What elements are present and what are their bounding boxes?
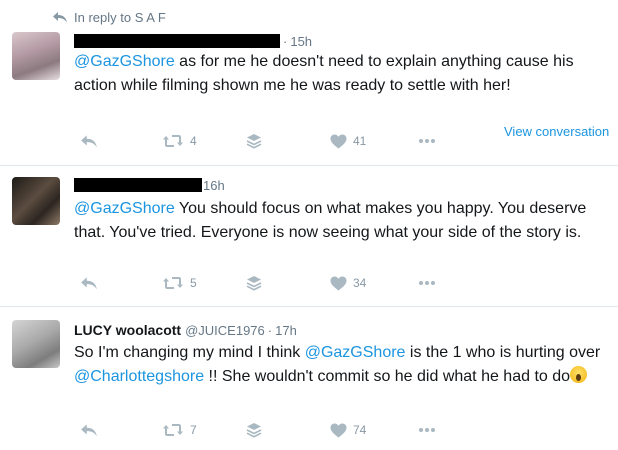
like-count: 41 bbox=[353, 134, 367, 148]
tweet-header: LUCY woolacott @JUICE1976 · 17h bbox=[74, 321, 297, 339]
tweet[interactable]: 16h @GazGShore You should focus on what … bbox=[0, 167, 618, 307]
view-conversation-link[interactable]: View conversation bbox=[504, 124, 609, 139]
tweet-timestamp[interactable]: 15h bbox=[290, 34, 312, 49]
more-button[interactable] bbox=[418, 420, 436, 440]
avatar[interactable] bbox=[12, 320, 60, 368]
like-button[interactable]: 34 bbox=[330, 273, 366, 293]
retweet-count: 5 bbox=[190, 276, 197, 290]
retweet-button[interactable]: 4 bbox=[162, 131, 197, 151]
retweet-icon bbox=[163, 277, 183, 289]
like-button[interactable]: 41 bbox=[330, 131, 366, 151]
tweet-actions: 7 74 bbox=[74, 420, 614, 440]
tweet-body: is the 1 who is hurting over bbox=[405, 344, 601, 361]
reply-button[interactable] bbox=[80, 273, 98, 293]
more-dots-icon bbox=[419, 281, 435, 285]
retweet-count: 7 bbox=[190, 423, 197, 437]
more-button[interactable] bbox=[418, 273, 436, 293]
reply-arrow-icon bbox=[81, 424, 97, 437]
more-dots-icon bbox=[419, 139, 435, 143]
reply-button[interactable] bbox=[80, 420, 98, 440]
tweet[interactable]: · 15h @GazGShore as for me he doesn't ne… bbox=[0, 26, 618, 166]
stack-button[interactable] bbox=[246, 420, 262, 440]
retweet-count: 4 bbox=[190, 134, 197, 148]
reply-arrow-icon bbox=[81, 135, 97, 148]
mention-link[interactable]: @GazGShore bbox=[74, 200, 175, 217]
heart-icon bbox=[330, 276, 347, 290]
reply-arrow-icon bbox=[81, 277, 97, 290]
tweet-text: @GazGShore You should focus on what make… bbox=[74, 197, 604, 245]
stack-layers-icon bbox=[246, 276, 262, 291]
tweet-actions: 5 34 bbox=[74, 273, 614, 293]
heart-icon bbox=[330, 423, 347, 437]
display-name[interactable]: LUCY woolacott bbox=[74, 322, 181, 338]
retweet-icon bbox=[163, 424, 183, 436]
screaming-face-emoji-icon bbox=[570, 366, 588, 383]
separator-dot: · bbox=[283, 33, 288, 49]
reply-button[interactable] bbox=[80, 131, 98, 151]
mention-link[interactable]: @GazGShore bbox=[74, 53, 175, 70]
tweet-header: 16h bbox=[74, 176, 225, 194]
stack-button[interactable] bbox=[246, 131, 262, 151]
separator-dot: · bbox=[267, 322, 273, 338]
heart-icon bbox=[330, 134, 347, 148]
tweet-header: · 15h bbox=[74, 32, 312, 50]
avatar[interactable] bbox=[12, 32, 60, 80]
tweet[interactable]: LUCY woolacott @JUICE1976 · 17h So I'm c… bbox=[0, 308, 618, 450]
tweet-timestamp[interactable]: 17h bbox=[275, 323, 297, 338]
retweet-button[interactable]: 7 bbox=[162, 420, 197, 440]
tweet-text: @GazGShore as for me he doesn't need to … bbox=[74, 50, 604, 98]
stack-layers-icon bbox=[246, 134, 262, 149]
more-dots-icon bbox=[419, 428, 435, 432]
tweet-actions: 4 41 View conversation bbox=[74, 124, 614, 151]
in-reply-to-label: In reply to S A F bbox=[74, 9, 166, 25]
stack-layers-icon bbox=[246, 423, 262, 438]
screen-name[interactable]: @JUICE1976 bbox=[185, 323, 265, 338]
tweet-text: So I'm changing my mind I think @GazGSho… bbox=[74, 341, 604, 389]
redacted-username bbox=[74, 178, 202, 192]
tweet-body: So I'm changing my mind I think bbox=[74, 344, 305, 361]
reply-arrow-icon bbox=[53, 12, 67, 23]
retweet-button[interactable]: 5 bbox=[162, 273, 197, 293]
tweet-timestamp[interactable]: 16h bbox=[203, 178, 225, 193]
in-reply-to-context[interactable]: In reply to S A F bbox=[52, 8, 166, 26]
mention-link[interactable]: @Charlottegshore bbox=[74, 368, 204, 385]
mention-link[interactable]: @GazGShore bbox=[305, 344, 406, 361]
stack-button[interactable] bbox=[246, 273, 262, 293]
like-button[interactable]: 74 bbox=[330, 420, 366, 440]
like-count: 74 bbox=[353, 423, 367, 437]
avatar[interactable] bbox=[12, 177, 60, 225]
like-count: 34 bbox=[353, 276, 367, 290]
tweet-body: !! She wouldn't commit so he did what he… bbox=[204, 368, 571, 385]
redacted-username bbox=[74, 34, 280, 48]
more-button[interactable] bbox=[418, 131, 436, 151]
retweet-icon bbox=[163, 135, 183, 147]
